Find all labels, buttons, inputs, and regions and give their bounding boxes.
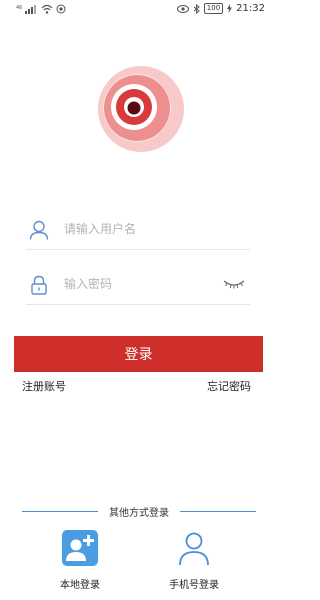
network-type-text: 46 xyxy=(16,5,22,11)
forgot-password-link[interactable]: 忘记密码 xyxy=(207,378,251,394)
signal-icon: 46 xyxy=(16,5,36,14)
phone-login-option[interactable]: 手机号登录 xyxy=(159,530,229,591)
status-time: 21:32 xyxy=(236,3,265,14)
local-login-label: 本地登录 xyxy=(60,580,100,591)
username-input[interactable] xyxy=(64,218,214,240)
wifi-icon xyxy=(41,4,53,14)
charging-icon xyxy=(227,4,233,13)
local-login-option[interactable]: 本地登录 xyxy=(45,530,115,591)
password-input[interactable] xyxy=(64,273,214,295)
divider-right xyxy=(180,511,256,512)
login-button[interactable]: 登录 xyxy=(14,336,263,372)
eye-closed-icon[interactable] xyxy=(222,277,246,291)
phone-login-label: 手机号登录 xyxy=(169,580,219,591)
add-user-icon xyxy=(62,530,98,566)
register-link[interactable]: 注册账号 xyxy=(22,378,66,394)
other-login-title: 其他方式登录 xyxy=(109,508,169,519)
lock-icon xyxy=(31,275,47,295)
app-logo xyxy=(98,66,184,152)
user-icon xyxy=(29,220,49,240)
username-field-row xyxy=(26,210,250,250)
battery-level: 100 xyxy=(203,3,224,14)
status-left: 46 xyxy=(16,4,66,14)
password-field-row xyxy=(26,265,250,305)
person-icon xyxy=(179,532,209,566)
status-bar: 46 100 21:32 xyxy=(0,0,277,20)
status-right: 100 21:32 xyxy=(176,3,265,14)
bluetooth-icon xyxy=(193,3,200,14)
eye-comfort-icon xyxy=(176,4,189,13)
notification-icon xyxy=(56,4,66,14)
divider-left xyxy=(22,511,98,512)
